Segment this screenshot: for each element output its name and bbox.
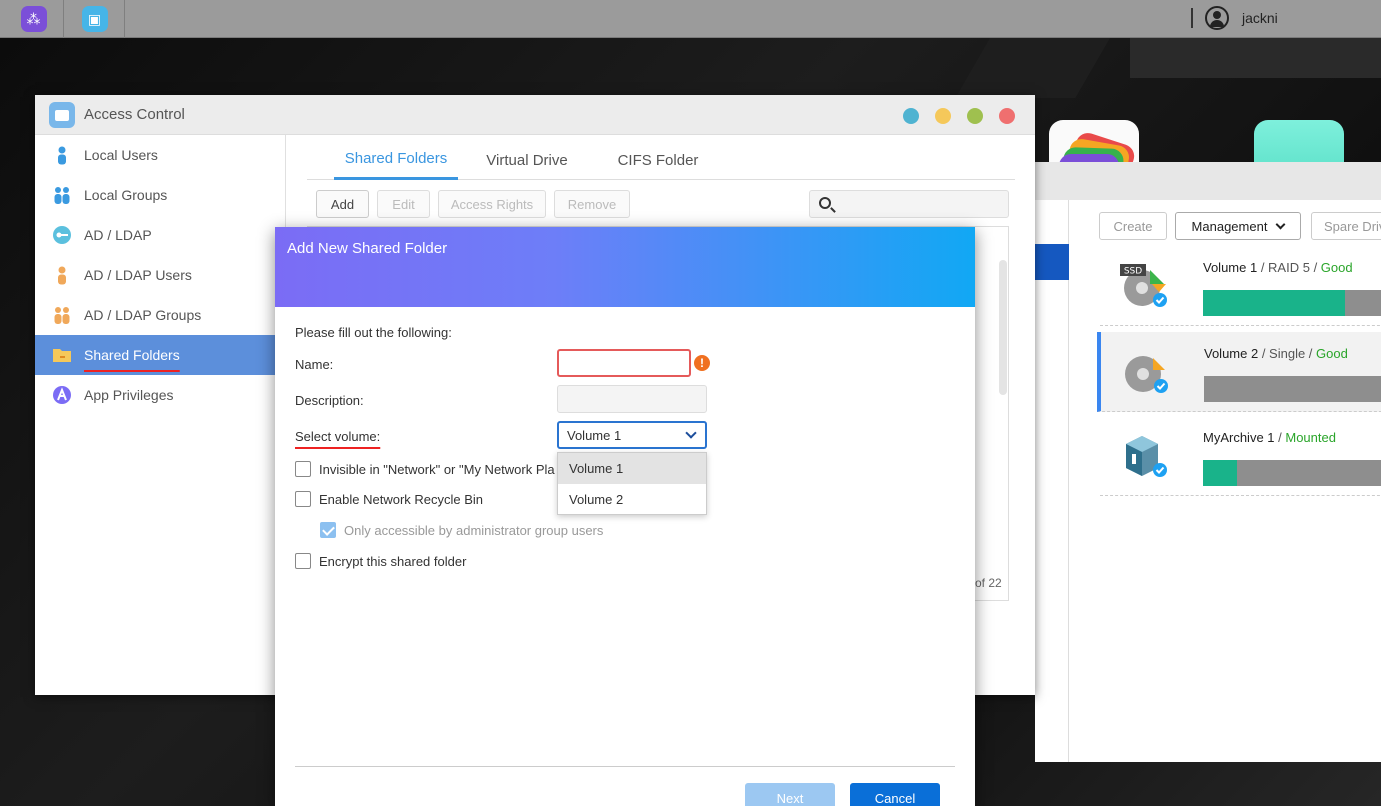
volume-item[interactable]: Volume 2 / Single / Good	[1097, 332, 1381, 412]
recycle-bin-checkbox[interactable]	[295, 491, 311, 507]
group-icon	[52, 185, 72, 205]
volume-option[interactable]: Volume 1	[558, 453, 706, 484]
hdd-disk-icon	[1125, 356, 1168, 393]
tab-virtual-drive[interactable]: Virtual Drive	[477, 140, 577, 180]
dialog-title: Add New Shared Folder	[287, 240, 448, 257]
edit-button[interactable]: Edit	[377, 190, 430, 218]
chevron-down-icon	[1275, 219, 1286, 229]
volume-name: Volume 1 / RAID 5 / Good	[1203, 260, 1353, 275]
error-icon: !	[694, 355, 710, 371]
tab-bar: Shared Folders Virtual Drive CIFS Folder	[307, 140, 1015, 180]
window-titlebar[interactable]: Access Control	[35, 95, 1035, 135]
admin-only-row: Only accessible by administrator group u…	[320, 522, 603, 538]
volume-select[interactable]: Volume 1	[557, 421, 707, 449]
add-button[interactable]: Add	[316, 190, 369, 218]
volume-usage-bar	[1204, 376, 1381, 402]
list-scrollbar[interactable]	[999, 260, 1007, 395]
key-icon	[52, 225, 72, 245]
user-icon	[52, 265, 72, 285]
archive-name: MyArchive 1 / Mounted	[1203, 430, 1336, 445]
encrypt-checkbox[interactable]	[295, 553, 311, 569]
launcher-button[interactable]: ⁂	[4, 0, 64, 38]
name-label: Name:	[295, 357, 334, 372]
close-dot-button[interactable]	[999, 108, 1015, 124]
sidebar-item-ad-ldap-groups[interactable]: AD / LDAP Groups	[35, 295, 286, 335]
volume-selected-value: Volume 1	[567, 428, 622, 443]
search-input[interactable]	[809, 190, 1009, 218]
chevron-down-icon	[685, 427, 697, 439]
volume-dropdown-menu: Volume 1 Volume 2	[557, 452, 707, 515]
storage-sidebar-selected[interactable]	[1035, 244, 1069, 280]
volume-item[interactable]: SSD Volume 1 / RAID 5 / Good	[1100, 246, 1381, 326]
invisible-network-row[interactable]: Invisible in "Network" or "My Network Pl…	[295, 461, 555, 477]
encrypt-row[interactable]: Encrypt this shared folder	[295, 553, 466, 569]
tab-shared-folders[interactable]: Shared Folders	[334, 140, 458, 180]
sidebar: Local Users Local Groups AD / LDAP AD / …	[35, 135, 286, 695]
window-title: Access Control	[84, 106, 185, 123]
pager-total: of 22	[975, 576, 1002, 590]
description-field[interactable]	[557, 385, 707, 413]
invisible-network-label: Invisible in "Network" or "My Network Pl…	[319, 461, 555, 477]
ssd-badge: SSD	[1124, 267, 1142, 277]
taskbar-separator	[1191, 8, 1193, 28]
group-icon	[52, 305, 72, 325]
sidebar-item-ad-ldap-users[interactable]: AD / LDAP Users	[35, 255, 286, 295]
minimize-dot-button[interactable]	[935, 108, 951, 124]
form-intro: Please fill out the following:	[295, 325, 452, 340]
cancel-button[interactable]: Cancel	[850, 783, 940, 806]
dialog-header: Add New Shared Folder	[275, 227, 975, 307]
create-button[interactable]: Create	[1099, 212, 1167, 240]
help-dot-button[interactable]	[903, 108, 919, 124]
search-icon	[819, 197, 831, 209]
archive-icon	[1126, 436, 1167, 477]
invisible-network-checkbox[interactable]	[295, 461, 311, 477]
user-icon	[52, 145, 72, 165]
next-button[interactable]: Next	[745, 783, 835, 806]
app-icon	[52, 385, 72, 405]
access-control-icon: ▣	[81, 6, 108, 32]
access-control-app-icon	[49, 102, 75, 128]
volume-usage-bar	[1203, 290, 1381, 316]
dialog-divider	[295, 766, 955, 767]
storage-sidebar	[1035, 200, 1069, 762]
storage-window-header	[1035, 162, 1381, 200]
volume-usage-fill	[1203, 290, 1345, 316]
username[interactable]: jackni	[1242, 10, 1278, 26]
admin-only-label: Only accessible by administrator group u…	[344, 522, 604, 538]
sidebar-item-local-groups[interactable]: Local Groups	[35, 175, 286, 215]
storage-window: Create Management Spare Driv SSD Volume …	[1035, 162, 1381, 762]
tab-cifs-folder[interactable]: CIFS Folder	[613, 140, 703, 180]
admin-only-checkbox	[320, 522, 336, 538]
maximize-dot-button[interactable]	[967, 108, 983, 124]
sidebar-item-local-users[interactable]: Local Users	[35, 135, 286, 175]
remove-button[interactable]: Remove	[554, 190, 630, 218]
sidebar-item-shared-folders[interactable]: Shared Folders	[35, 335, 286, 375]
recycle-bin-label: Enable Network Recycle Bin	[319, 491, 484, 507]
archive-item[interactable]: MyArchive 1 / Mounted	[1100, 416, 1381, 496]
archive-usage-fill	[1203, 460, 1237, 486]
management-label: Management	[1191, 218, 1268, 234]
access-rights-button[interactable]: Access Rights	[438, 190, 546, 218]
ssd-disk-icon: SSD	[1120, 264, 1167, 307]
launcher-icon: ⁂	[20, 6, 47, 32]
spare-drive-button[interactable]: Spare Driv	[1311, 212, 1381, 240]
description-label: Description:	[295, 393, 364, 408]
folder-icon	[52, 345, 72, 365]
archive-usage-bar	[1203, 460, 1381, 486]
access-control-taskbar-button[interactable]: ▣	[65, 0, 125, 38]
select-volume-label: Select volume:	[295, 429, 381, 444]
name-field[interactable]	[557, 349, 691, 377]
recycle-bin-row[interactable]: Enable Network Recycle Bin	[295, 491, 483, 507]
encrypt-label: Encrypt this shared folder	[319, 553, 467, 569]
sidebar-item-app-privileges[interactable]: App Privileges	[35, 375, 286, 415]
taskbar: ⁂ ▣ jackni	[0, 0, 1381, 38]
add-shared-folder-dialog: Add New Shared Folder Please fill out th…	[275, 227, 975, 806]
management-dropdown[interactable]: Management	[1175, 212, 1301, 240]
volume-option[interactable]: Volume 2	[558, 484, 706, 515]
volume-name: Volume 2 / Single / Good	[1204, 346, 1348, 361]
sidebar-item-ad-ldap[interactable]: AD / LDAP	[35, 215, 286, 255]
user-avatar-icon[interactable]	[1205, 6, 1229, 30]
